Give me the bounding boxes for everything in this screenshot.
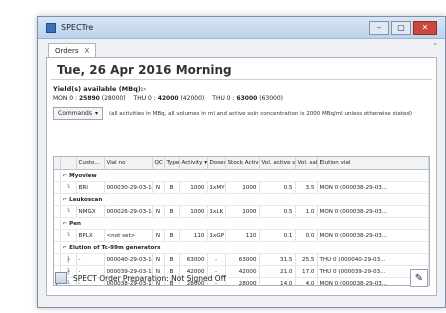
yield-item: THU 0 : 42000 (42000) [133, 95, 205, 102]
table-cell: N [152, 253, 165, 266]
column-header[interactable]: Stock Activity [225, 157, 260, 170]
table-cell: 000030-29-03-16 [104, 181, 153, 194]
column-header[interactable]: Doses [207, 157, 226, 170]
column-header[interactable]: Elution vial [317, 157, 429, 170]
table-cell: 110 [225, 229, 260, 242]
table-header: Custo... Vial no QC Type Activity ▾ Doses Stoc… [54, 157, 429, 170]
column-header[interactable]: Vol. saline [295, 157, 318, 170]
table-cell: 3.5 [295, 181, 318, 194]
table-cell: - [76, 253, 105, 266]
table-cell: 1000 [179, 205, 208, 218]
table-cell: BPLX [76, 229, 105, 242]
tab-bar: Orders X ˅ [38, 39, 445, 57]
table-cell: 1000 [225, 205, 260, 218]
table-cell: 0.1 [259, 229, 296, 242]
toolbar: Commands ▾ (all activities in MBq, all v… [53, 107, 436, 120]
table-cell: └ [60, 229, 77, 242]
table-cell: 63000 [225, 253, 260, 266]
table-cell: 1xGP [207, 229, 226, 242]
app-window: SPECTre – ▢ ✕ Orders X ˅ Tue, 26 Apr 201… [37, 16, 446, 308]
group-name: ⌐ Pen [60, 217, 429, 230]
window-title: SPECTre [61, 23, 94, 32]
table-row[interactable]: ├ -000040-29-03-16 N B 63000-63000 31.5 25.5 TH… [54, 253, 429, 266]
table-cell: N [152, 229, 165, 242]
status-bar: SPECT Order Preparation: Not Signed Off … [55, 267, 428, 289]
table-cell: - [207, 253, 226, 266]
group-name: ⌐ Leukoscan [60, 193, 429, 206]
table-cell: 1000 [225, 181, 260, 194]
table-cell: N [152, 205, 165, 218]
tab-menu-chevron-icon[interactable]: ˅ [434, 43, 438, 51]
yield-title: Yield(s) available (MBq):- [53, 85, 147, 93]
group-name: ⌐ Myoview [60, 169, 429, 182]
table-row[interactable]: └ BPLX <not set> N B 110 1xGP 110 0.1 0.0 MON 0 (0… [54, 229, 429, 242]
table-cell: ├ [60, 253, 77, 266]
chevron-down-icon: ▾ [94, 110, 98, 117]
tab-close-icon[interactable]: X [85, 47, 90, 55]
table-cell: MON 0 (000038-29-03... [317, 229, 429, 242]
tab-label: Orders [55, 46, 79, 55]
table-cell: BRI [76, 181, 105, 194]
page-title: Tue, 26 Apr 2016 Morning [51, 58, 432, 80]
document-icon [55, 272, 67, 284]
table-cell: 0.0 [295, 229, 318, 242]
table-cell: B [164, 253, 180, 266]
yield-item: THU 0 : 63000 (63000) [212, 95, 284, 102]
table-cell: 0.5 [259, 205, 296, 218]
column-header[interactable] [60, 157, 77, 170]
table-cell: 63000 [179, 253, 208, 266]
units-note: (all activities in MBq, all volumes in m… [108, 110, 413, 117]
table-cell: 1xMY [207, 181, 226, 194]
tab-orders[interactable]: Orders X [48, 43, 97, 57]
group-name: ⌐ Elution of Tc-99m generators [60, 241, 429, 254]
commands-dropdown[interactable]: Commands ▾ [53, 107, 103, 120]
table-cell: 110 [179, 229, 208, 242]
yield-item: MON 0 : 25890 (28000) [53, 95, 126, 102]
pencil-icon: ✎ [414, 272, 424, 284]
minimize-button[interactable]: – [369, 20, 389, 35]
table-cell: └ [60, 205, 77, 218]
table-cell: 31.5 [259, 253, 296, 266]
column-header[interactable]: Activity ▾ [179, 157, 208, 170]
group-row[interactable]: ⌐ Elution of Tc-99m generators [54, 241, 429, 254]
yield-list: MON 0 : 25890 (28000) THU 0 : 42000 (420… [53, 95, 436, 102]
orders-panel: Tue, 26 Apr 2016 Morning Yield(s) availa… [46, 57, 437, 296]
table-cell: └ [60, 181, 77, 194]
column-header[interactable]: Custo... [76, 157, 105, 170]
table-cell: MON 0 (000038-29-03... [317, 181, 429, 194]
table-cell: 000040-29-03-16 [104, 253, 153, 266]
table-row[interactable]: └ NMGX 000026-29-03-16 N B 1000 1xLK 1000 0.5 1.0… [54, 205, 429, 218]
table-cell: 000026-29-03-16 [104, 205, 153, 218]
title-bar: SPECTre – ▢ ✕ [38, 17, 445, 39]
table-cell: NMGX [76, 205, 105, 218]
table-cell: 1xLK [207, 205, 226, 218]
table-cell: <not set> [104, 229, 153, 242]
table-row[interactable]: └ BRI 000030-29-03-16 N B 1000 1xMY 1000 0.5 3.5 M… [54, 181, 429, 194]
table-cell: 25.5 [295, 253, 318, 266]
table-cell: 1000 [179, 181, 208, 194]
group-row[interactable]: ⌐ Leukoscan [54, 193, 429, 206]
column-header[interactable]: QC [152, 157, 165, 170]
group-row[interactable]: ⌐ Pen [54, 217, 429, 230]
group-row[interactable]: ⌐ Myoview [54, 169, 429, 182]
app-icon [46, 22, 56, 33]
table-cell: B [164, 181, 180, 194]
table-cell: N [152, 181, 165, 194]
table-cell: 1.0 [295, 205, 318, 218]
close-button[interactable]: ✕ [413, 20, 437, 35]
table-cell: B [164, 205, 180, 218]
column-header[interactable]: Vial no [104, 157, 153, 170]
edit-button[interactable]: ✎ [410, 269, 428, 287]
status-text: SPECT Order Preparation: Not Signed Off [73, 273, 226, 283]
maximize-button[interactable]: ▢ [391, 20, 411, 35]
commands-label: Commands [58, 110, 92, 117]
table-cell: MON 0 (000038-29-03... [317, 205, 429, 218]
column-header[interactable]: Type [164, 157, 180, 170]
table-cell: B [164, 229, 180, 242]
table-cell: THU 0 (000040-29-03... [317, 253, 429, 266]
table-cell: 0.5 [259, 181, 296, 194]
column-header[interactable]: Vol. active soln. [259, 157, 296, 170]
